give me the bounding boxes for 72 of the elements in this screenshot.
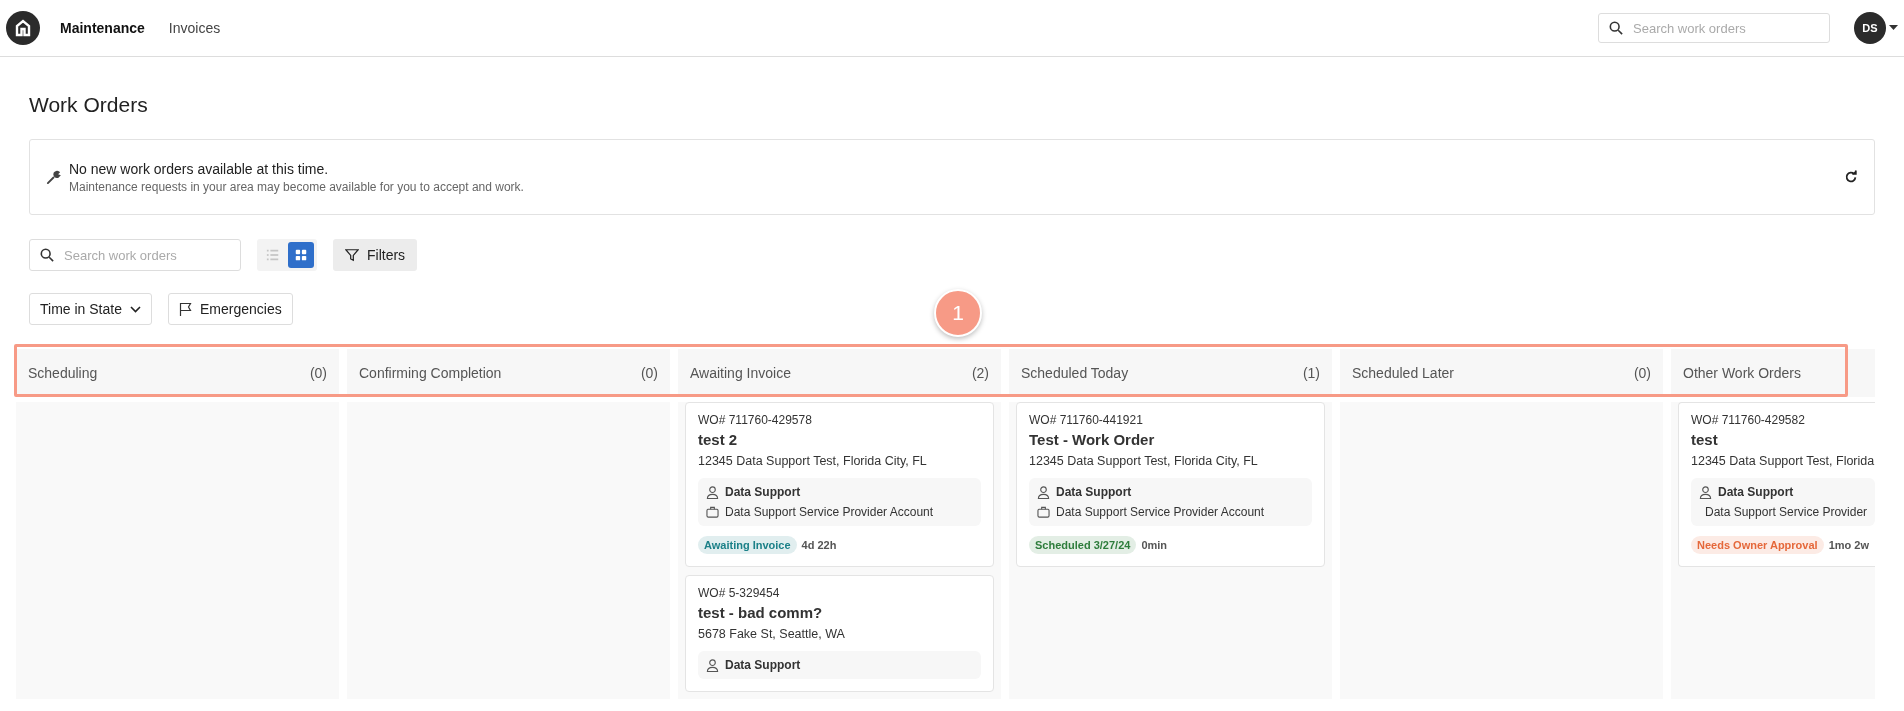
search-field[interactable]: Search work orders (29, 239, 241, 271)
status-badge: Awaiting Invoice (698, 536, 797, 554)
work-order-title: test 2 (698, 431, 739, 448)
work-order-card[interactable]: WO# 711760-441921 Test - Work Order 12345 Data Support Test, Florida City, FL Data Support Data Support Service Provider Account Scheduled 3/27/24 0min (1016, 402, 1325, 567)
column-title: Scheduled Today (1021, 365, 1129, 381)
account-name: Data Support Service Provider Account (725, 505, 934, 519)
notice-text: Maintenance requests in your area may become available for you to accept and work. (69, 179, 525, 194)
work-order-address: 12345 Data Support Test, Florida City, FL (698, 454, 928, 468)
column-count: (0) (309, 365, 327, 381)
column-title: Scheduling (28, 365, 98, 381)
column-title: Awaiting Invoice (690, 365, 791, 381)
person-icon (1037, 485, 1050, 499)
status-badge: Scheduled 3/27/24 (1029, 536, 1137, 554)
work-order-number: WO# 5-329454 (698, 586, 781, 600)
column-count: (2) (971, 365, 989, 381)
column-count: (1) (1302, 365, 1320, 381)
time-in-state: 4d 22h (801, 539, 838, 551)
work-order-number: WO# 711760-441921 (1029, 413, 1144, 427)
filters-button[interactable]: Filters (333, 239, 418, 271)
column-title: Other Work Orders (1683, 365, 1801, 381)
contact-name: Data Support (1718, 485, 1794, 499)
account-name: Data Support Service Provider Account (1056, 505, 1265, 519)
work-order-title: Test - Work Order (1029, 431, 1156, 448)
work-order-title: test (1691, 431, 1719, 448)
notice-title: No new work orders available at this time. (69, 160, 330, 177)
work-order-card[interactable]: WO# 5-329454 test - bad comm? 5678 Fake St, Seattle, WA Data Support (685, 575, 994, 692)
account-name: Data Support Service Provider (1705, 505, 1868, 519)
chevron-icon (129, 305, 141, 313)
column-title: Confirming Completion (359, 365, 502, 381)
sort-dropdown[interactable]: Time in State (29, 293, 152, 325)
contact-name: Data Support (725, 485, 801, 499)
search-field[interactable]: Search work orders (1598, 13, 1830, 43)
column-title: Scheduled Later (1352, 365, 1454, 381)
emergencies-button[interactable]: Emergencies (167, 293, 293, 325)
work-order-title: test - bad comm? (698, 604, 824, 621)
search-icon (1609, 21, 1623, 35)
grid-icon (294, 248, 308, 262)
status-badge: Needs Owner Approval (1691, 536, 1824, 554)
search-input[interactable]: Search work orders (1631, 19, 1805, 37)
user-avatar[interactable]: DS (1854, 12, 1886, 44)
work-order-address: 12345 Data Support Test, Florida City, FL (1029, 454, 1259, 468)
work-order-address: 5678 Fake St, Seattle, WA (698, 627, 846, 641)
time-in-state: 1mo 2w (1828, 539, 1870, 551)
grid-view-button[interactable] (288, 242, 314, 268)
page-title: Work Orders (29, 93, 149, 117)
work-order-card[interactable]: WO# 711760-429578 test 2 12345 Data Support Test, Florida City, FL Data Support Data Support Service Provider Account Awaiting Invoice 4d 22h (685, 402, 994, 567)
briefcase-icon (706, 506, 719, 518)
work-order-number: WO# 711760-429578 (698, 413, 813, 427)
contact-name: Data Support (725, 658, 801, 672)
work-order-address: 12345 Data Support Test, Florida (1691, 454, 1875, 468)
column-count: (0) (1633, 365, 1651, 381)
search-input[interactable]: Search work orders (62, 246, 226, 264)
house-logo-icon[interactable] (6, 11, 40, 45)
briefcase-icon (1037, 506, 1050, 518)
person-icon (706, 658, 719, 672)
work-order-card[interactable]: WO# 711760-429582 test 12345 Data Support Test, Florida Data Support Data Support Service Provider Needs Owner Approval 1mo 2w (1678, 402, 1875, 567)
flag-icon (178, 302, 192, 316)
contact-name: Data Support (1056, 485, 1132, 499)
refresh-icon[interactable] (1844, 170, 1858, 184)
filter-icon (345, 248, 359, 262)
nav-link[interactable]: Invoices (168, 16, 221, 40)
list-icon (266, 248, 280, 262)
caret-icon[interactable] (1889, 25, 1898, 31)
callout-badge: 1 (934, 289, 982, 337)
nav-link[interactable]: Maintenance (60, 16, 145, 40)
time-in-state: 0min (1141, 539, 1169, 551)
column-count: (0) (640, 365, 658, 381)
person-icon (1699, 485, 1712, 499)
work-order-number: WO# 711760-429582 (1691, 413, 1806, 427)
search-icon (40, 248, 54, 262)
person-icon (706, 485, 719, 499)
wrench-icon (46, 169, 61, 185)
